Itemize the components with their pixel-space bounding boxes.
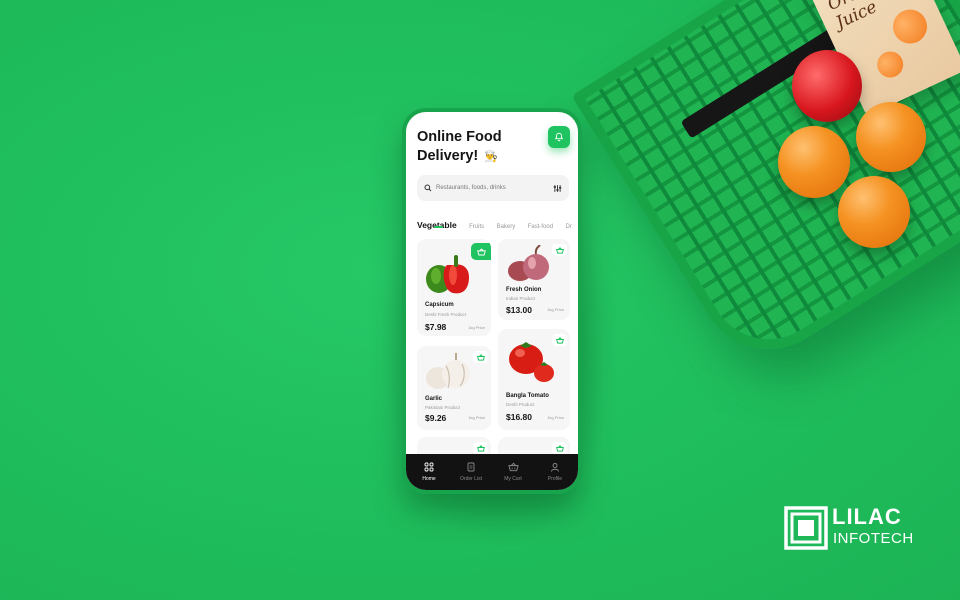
apple	[792, 50, 862, 122]
tab-vegetable[interactable]: Vegetable	[417, 220, 457, 230]
active-tab-indicator	[434, 226, 443, 228]
tab-drinks[interactable]: Dr	[566, 224, 572, 230]
product-name: Fresh Onion	[506, 287, 542, 293]
capsicum-image	[426, 255, 469, 294]
search-bar[interactable]: Restaurants, foods, drinks	[417, 175, 569, 201]
notification-button[interactable]	[548, 126, 570, 148]
product-card-garlic[interactable]: Garlic Pakistani Product $9.26 1kg Price	[417, 346, 491, 430]
nav-profile[interactable]: Profile	[535, 462, 575, 482]
tab-fast-food[interactable]: Fast-food	[528, 224, 553, 230]
product-price: $9.26	[425, 413, 447, 423]
product-unit: 1kg Price	[547, 307, 564, 312]
search-icon	[424, 184, 432, 192]
shopping-basket-illustration: Orange Juice	[560, 0, 960, 376]
orange	[838, 176, 910, 248]
basket-icon	[507, 462, 519, 472]
nav-label: My Cart	[504, 476, 522, 482]
orange	[778, 126, 850, 198]
brand-name-line1: LILAC	[832, 504, 902, 529]
add-to-cart-button[interactable]	[552, 244, 567, 256]
lilac-infotech-logo: LILAC INFOTECH	[784, 506, 934, 550]
garlic-image	[426, 353, 470, 389]
nav-label: Order List	[460, 476, 482, 482]
product-subtitle: Pakistani Product	[425, 405, 461, 410]
product-price: $16.80	[506, 412, 532, 422]
bell-icon	[554, 132, 564, 142]
basket-icon	[476, 444, 485, 452]
orange	[856, 102, 926, 172]
user-icon	[551, 463, 559, 472]
add-to-cart-button[interactable]	[552, 442, 567, 454]
nav-order-list[interactable]: Order List	[451, 462, 491, 482]
add-to-cart-button[interactable]	[473, 351, 488, 363]
product-card-capsicum[interactable]: Capsicum Deshi Fresh Product $7.98 1kg P…	[417, 239, 491, 336]
basket-icon	[555, 444, 564, 452]
tab-bakery[interactable]: Bakery	[497, 224, 516, 230]
chef-emoji-icon: 👨‍🍳	[484, 151, 498, 163]
product-subtitle: Deshi Fresh Product	[425, 312, 467, 317]
phone-frame: Online Food Delivery! 👨‍🍳 Restaurants, f…	[402, 108, 582, 494]
product-name: Garlic	[425, 396, 443, 402]
onion-image	[508, 245, 549, 281]
basket-icon	[476, 247, 486, 255]
clipboard-icon	[467, 462, 475, 472]
filter-icon[interactable]	[553, 184, 562, 193]
product-subtitle: Indian Product	[506, 296, 536, 301]
tab-fruits[interactable]: Fruits	[469, 224, 484, 230]
nav-home[interactable]: Home	[409, 462, 449, 482]
grid-icon	[424, 462, 434, 472]
brand-name-line2: INFOTECH	[833, 530, 914, 547]
juice-orange-graphic	[872, 47, 908, 82]
app-screen: Online Food Delivery! 👨‍🍳 Restaurants, f…	[406, 112, 578, 490]
product-name: Capsicum	[425, 302, 454, 308]
product-price: $7.98	[425, 322, 447, 332]
product-price: $13.00	[506, 305, 532, 315]
product-unit: 1kg Price	[468, 415, 485, 420]
logo-mark-icon	[784, 506, 828, 550]
page-title: Online Food Delivery! 👨‍🍳	[417, 128, 537, 167]
search-input[interactable]: Restaurants, foods, drinks	[436, 185, 553, 191]
tomato-image	[509, 342, 554, 382]
product-name: Bangla Tomato	[506, 393, 549, 399]
product-unit: 1kg Price	[468, 325, 485, 330]
basket-icon	[555, 246, 564, 254]
bottom-nav: Home Order List My Cart Profile	[406, 454, 578, 490]
product-card-fresh-onion[interactable]: Fresh Onion Indian Product $13.00 1kg Pr…	[498, 239, 570, 320]
product-unit: 1kg Price	[547, 415, 564, 420]
nav-label: Profile	[547, 476, 563, 482]
product-card-bangla-tomato[interactable]: Bangla Tomato Deshi Product $16.80 1kg P…	[498, 329, 570, 430]
add-to-cart-button[interactable]	[473, 442, 488, 454]
product-subtitle: Deshi Product	[506, 402, 535, 407]
juice-orange-graphic	[887, 3, 933, 50]
basket-icon	[476, 353, 485, 361]
nav-my-cart[interactable]: My Cart	[493, 462, 533, 482]
nav-label: Home	[422, 476, 436, 482]
